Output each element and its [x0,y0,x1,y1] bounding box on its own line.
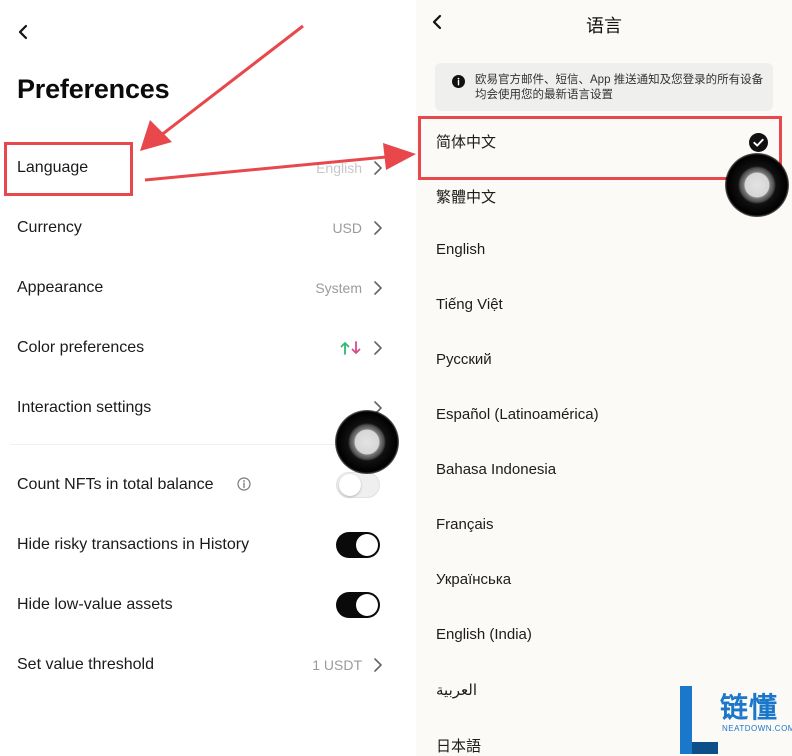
language-option-zh-hans[interactable]: 简体中文 [416,121,792,161]
language-label: Language [17,159,89,176]
language-name: Українська [436,571,512,588]
toggle-knob [356,594,378,616]
language-name: English [436,241,486,258]
language-notice: 欧易官方邮件、短信、App 推送通知及您登录的所有设备均会使用您的最新语言设置 [435,63,773,111]
color-preferences-label: Color preferences [17,339,145,356]
chevron-right-icon [374,221,382,235]
chevron-right-icon [374,658,382,672]
appearance-label: Appearance [17,279,104,296]
appearance-row[interactable]: Appearance System [0,266,400,310]
language-name: العربية [436,682,477,699]
info-filled-icon [452,75,465,88]
hide-low-value-toggle[interactable] [336,592,380,618]
language-name: Français [436,516,494,533]
chevron-right-icon [374,401,382,415]
language-screen: 语言 欧易官方邮件、短信、App 推送通知及您登录的所有设备均会使用您的最新语言… [416,0,792,756]
watermark-cn: 链懂 [720,691,779,724]
count-nfts-toggle[interactable] [336,472,380,498]
preferences-screen: Preferences Language English Currency US… [0,0,400,756]
checkmark-icon [749,133,768,152]
language-option-vi[interactable]: Tiếng Việt [416,286,792,326]
count-nfts-label: Count NFTs in total balance [17,476,214,493]
language-name: 日本語 [436,738,482,755]
language-option-fr[interactable]: Français [416,506,792,546]
hide-risky-row: Hide risky transactions in History [0,523,400,567]
currency-row[interactable]: Currency USD [0,206,400,250]
watermark-logo: 链懂 NEATDOWN.COM [676,684,792,756]
value-threshold-row[interactable]: Set value threshold 1 USDT [0,643,400,687]
language-name: 繁體中文 [436,189,497,206]
chevron-right-icon [374,161,382,175]
currency-label: Currency [17,219,82,236]
language-option-en-in[interactable]: English (India) [416,616,792,656]
interaction-settings-label: Interaction settings [17,399,152,416]
language-name: Español (Latinoamérica) [436,406,599,423]
language-name: English (India) [436,626,532,643]
language-option-uk[interactable]: Українська [416,561,792,601]
back-arrow-icon[interactable] [14,22,34,42]
language-option-id[interactable]: Bahasa Indonesia [416,451,792,491]
value-threshold-label: Set value threshold [17,656,154,673]
language-option-zh-hant[interactable]: 繁體中文 [416,176,792,216]
up-down-arrows-icon [340,341,361,355]
currency-value: USD [332,220,362,236]
language-name: Tiếng Việt [436,296,503,313]
section-divider [10,444,390,445]
language-option-es-la[interactable]: Español (Latinoamérica) [416,396,792,436]
hide-risky-label: Hide risky transactions in History [17,536,250,553]
appearance-value: System [315,280,362,296]
interaction-settings-row[interactable]: Interaction settings [0,386,400,430]
logo-l-mark-icon [680,686,718,754]
watermark-en: NEATDOWN.COM [722,724,792,733]
count-nfts-row: Count NFTs in total balance [0,463,400,507]
toggle-knob [356,534,378,556]
value-threshold-value: 1 USDT [312,657,362,673]
toggle-knob [339,474,361,496]
language-name: Русский [436,351,492,368]
hide-low-value-label: Hide low-value assets [17,596,173,613]
chevron-right-icon [374,341,382,355]
info-icon[interactable] [237,477,251,491]
hide-low-value-row: Hide low-value assets [0,583,400,627]
color-preferences-row[interactable]: Color preferences [0,326,400,370]
language-value: English [316,160,362,176]
chevron-right-icon [374,281,382,295]
language-name: Bahasa Indonesia [436,461,557,478]
notice-text: 欧易官方邮件、短信、App 推送通知及您登录的所有设备均会使用您的最新语言设置 [475,74,764,101]
language-option-en[interactable]: English [416,231,792,271]
hide-risky-toggle[interactable] [336,532,380,558]
language-name: 简体中文 [436,134,497,151]
page-title: 语言 [586,16,622,36]
language-row[interactable]: Language English [0,146,400,190]
language-option-ru[interactable]: Русский [416,341,792,381]
page-title: Preferences [17,74,170,104]
